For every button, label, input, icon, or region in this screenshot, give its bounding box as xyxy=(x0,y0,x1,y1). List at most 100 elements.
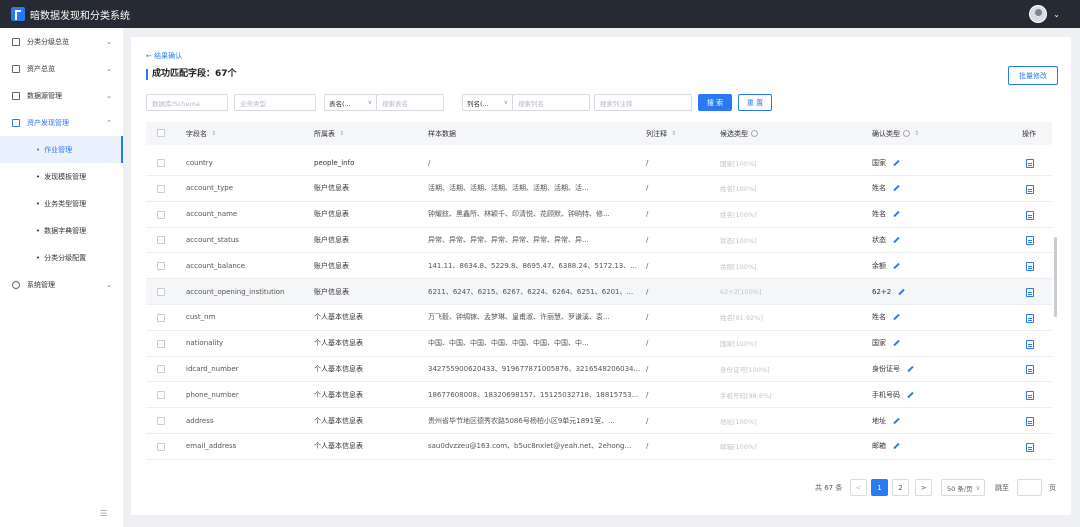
edit-icon[interactable] xyxy=(893,185,900,192)
reset-button[interactable]: 重 置 xyxy=(738,94,772,111)
table-row[interactable]: account_balance 账户信息表 141.11、8634.8、5229.8… xyxy=(146,253,1052,280)
table-row[interactable]: nationality 个人基本信息表 中国、中国、中国、中国、中国、中国、中国、中… xyxy=(146,331,1052,357)
page-button-2[interactable]: 2 xyxy=(892,479,909,496)
grid-icon xyxy=(12,37,20,46)
table-row[interactable]: idcard_number 个人基本信息表 342755900620433、9196… xyxy=(146,356,1052,383)
prev-page-button[interactable]: < xyxy=(850,479,867,496)
comment-search-input[interactable]: 搜索列注释 xyxy=(594,94,692,111)
row-checkbox[interactable] xyxy=(157,313,165,322)
sort-icon[interactable]: ⇕ xyxy=(339,130,344,137)
detail-icon[interactable] xyxy=(1026,365,1034,375)
table-row[interactable]: account_status 账户信息表 异常、异常、异常、异常、异常、异常、异常、… xyxy=(146,227,1052,254)
select-all-checkbox[interactable] xyxy=(157,129,165,137)
table-row[interactable]: country people_info / / 国家[100%] 国家 xyxy=(146,150,1052,176)
sidebar-subitem-classification[interactable]: 分类分级配置 xyxy=(0,244,123,271)
table-row[interactable]: cust_nm 个人基本信息表 万飞毅、钟绸镓、孟梦琳、皇甫淑、许丽慧、罗谦溪、袁.… xyxy=(146,305,1052,331)
table-row[interactable]: phone_number 个人基本信息表 18677608008、183206981… xyxy=(146,382,1052,409)
row-checkbox[interactable] xyxy=(157,442,165,451)
detail-icon[interactable] xyxy=(1026,184,1034,194)
table-row[interactable]: address 个人基本信息表 贵州省毕节地区德秀农路5086号杨柏小区9单元189… xyxy=(146,408,1052,434)
table-row[interactable]: account_type 账户信息表 活期、活期、活期、活期、活期、活期、活期、活.… xyxy=(146,176,1052,202)
detail-icon[interactable] xyxy=(1026,159,1034,168)
page-button-1[interactable]: 1 xyxy=(871,479,888,496)
col-header-label: 候选类型 xyxy=(720,129,748,138)
back-link[interactable]: ← 结果确认 xyxy=(146,51,182,61)
sort-icon[interactable]: ⇕ xyxy=(211,130,216,137)
info-icon[interactable] xyxy=(751,130,758,137)
edit-icon[interactable] xyxy=(893,443,900,450)
edit-icon[interactable] xyxy=(893,417,900,424)
col-header-comment[interactable]: 列注释 ⇕ xyxy=(646,122,676,145)
col-header-confirm[interactable]: 确认类型 ⇕ xyxy=(872,122,919,145)
batch-edit-button[interactable]: 批量修改 xyxy=(1008,66,1058,85)
table-mode-select[interactable]: 表名(... ∨ xyxy=(324,94,377,111)
edit-icon[interactable] xyxy=(898,288,905,295)
next-page-button[interactable]: > xyxy=(915,479,932,496)
sidebar-item-datasource[interactable]: 数据源管理 ⌄ xyxy=(0,82,123,109)
table-row[interactable]: email_address 个人基本信息表 sau0dvzzeu@163.com、b… xyxy=(146,434,1052,460)
detail-icon[interactable] xyxy=(1026,313,1034,323)
cell-comment: / xyxy=(646,287,649,296)
detail-icon[interactable] xyxy=(1026,391,1034,401)
sidebar-subitem-templates[interactable]: 发现模板管理 xyxy=(0,163,123,190)
row-checkbox[interactable] xyxy=(157,210,165,219)
sort-icon[interactable]: ⇕ xyxy=(914,130,919,137)
sidebar-item-overview[interactable]: 分类分级总览 ⌄ xyxy=(0,28,123,55)
table-search-input[interactable]: 搜索表名 xyxy=(376,94,444,111)
col-header-table[interactable]: 所属表 ⇕ xyxy=(314,122,344,145)
edit-icon[interactable] xyxy=(907,365,914,373)
row-checkbox[interactable] xyxy=(157,184,165,193)
user-menu[interactable]: ⌄ xyxy=(1029,5,1060,23)
sidebar-item-discovery[interactable]: 资产发现管理 ⌃ xyxy=(0,109,123,136)
sort-icon[interactable]: ⇕ xyxy=(671,130,676,137)
row-checkbox[interactable] xyxy=(157,288,165,296)
row-checkbox[interactable] xyxy=(157,339,165,348)
row-checkbox[interactable] xyxy=(157,236,165,245)
col-header-field[interactable]: 字段名 ⇕ xyxy=(186,122,216,145)
sidebar-subitem-biz-types[interactable]: 业务类型管理 xyxy=(0,190,123,217)
cell-confirm: 余额 xyxy=(872,253,1002,278)
info-icon[interactable] xyxy=(903,130,910,137)
edit-icon[interactable] xyxy=(907,391,914,398)
column-mode-select[interactable]: 列名(... ∨ xyxy=(462,94,513,111)
column-search-input[interactable]: 搜索列名 xyxy=(512,94,590,111)
cell-comment: / xyxy=(646,364,649,373)
biz-type-filter-input[interactable]: 业务类型 xyxy=(234,94,316,111)
avatar[interactable] xyxy=(1029,5,1048,23)
collapse-sidebar-icon[interactable]: ☰ xyxy=(100,509,107,518)
sidebar-item-assets[interactable]: 资产总览 ⌄ xyxy=(0,55,123,82)
sidebar-subitem-jobs[interactable]: 作业管理 xyxy=(0,136,123,163)
table-row[interactable]: account_name 账户信息表 钟耀鉉、黑鑫所、林颖千、印清悦、花顾默、钟晌特… xyxy=(146,202,1052,228)
edit-icon[interactable] xyxy=(893,210,900,218)
detail-icon[interactable] xyxy=(1026,210,1034,220)
edit-icon[interactable] xyxy=(893,339,900,347)
edit-icon[interactable] xyxy=(893,314,900,321)
detail-icon[interactable] xyxy=(1026,288,1034,297)
row-checkbox[interactable] xyxy=(157,159,165,167)
row-checkbox[interactable] xyxy=(157,365,165,374)
chevron-down-icon[interactable]: ⌄ xyxy=(1053,10,1060,19)
table-scrollbar[interactable] xyxy=(1054,237,1057,317)
row-checkbox[interactable] xyxy=(157,391,165,400)
cell-field: phone_number xyxy=(186,390,239,399)
row-checkbox[interactable] xyxy=(157,417,165,425)
edit-icon[interactable] xyxy=(893,236,900,244)
detail-icon[interactable] xyxy=(1026,339,1034,349)
sidebar-subitem-dictionary[interactable]: 数据字典管理 xyxy=(0,217,123,244)
edit-icon[interactable] xyxy=(893,262,900,269)
sidebar-item-system[interactable]: 系统管理 ⌄ xyxy=(0,271,123,298)
jump-page-input[interactable] xyxy=(1017,479,1042,496)
schema-filter-input[interactable]: 数据库/Schema xyxy=(146,94,228,111)
detail-icon[interactable] xyxy=(1026,236,1034,246)
page-size-select[interactable]: 50 条/页 ∨ xyxy=(941,479,985,496)
cell-field: address xyxy=(186,416,214,425)
detail-icon[interactable] xyxy=(1026,262,1034,272)
cell-sample: 342755900620433、919677871005876、32165482… xyxy=(428,364,640,373)
row-checkbox[interactable] xyxy=(157,262,165,271)
detail-icon[interactable] xyxy=(1026,442,1034,452)
detail-icon[interactable] xyxy=(1026,417,1034,426)
search-button[interactable]: 搜 索 xyxy=(698,94,732,111)
chevron-down-icon: ⌄ xyxy=(106,280,112,289)
edit-icon[interactable] xyxy=(893,159,900,166)
table-row[interactable]: account_opening_institution 账户信息表 6211、624… xyxy=(146,279,1052,305)
